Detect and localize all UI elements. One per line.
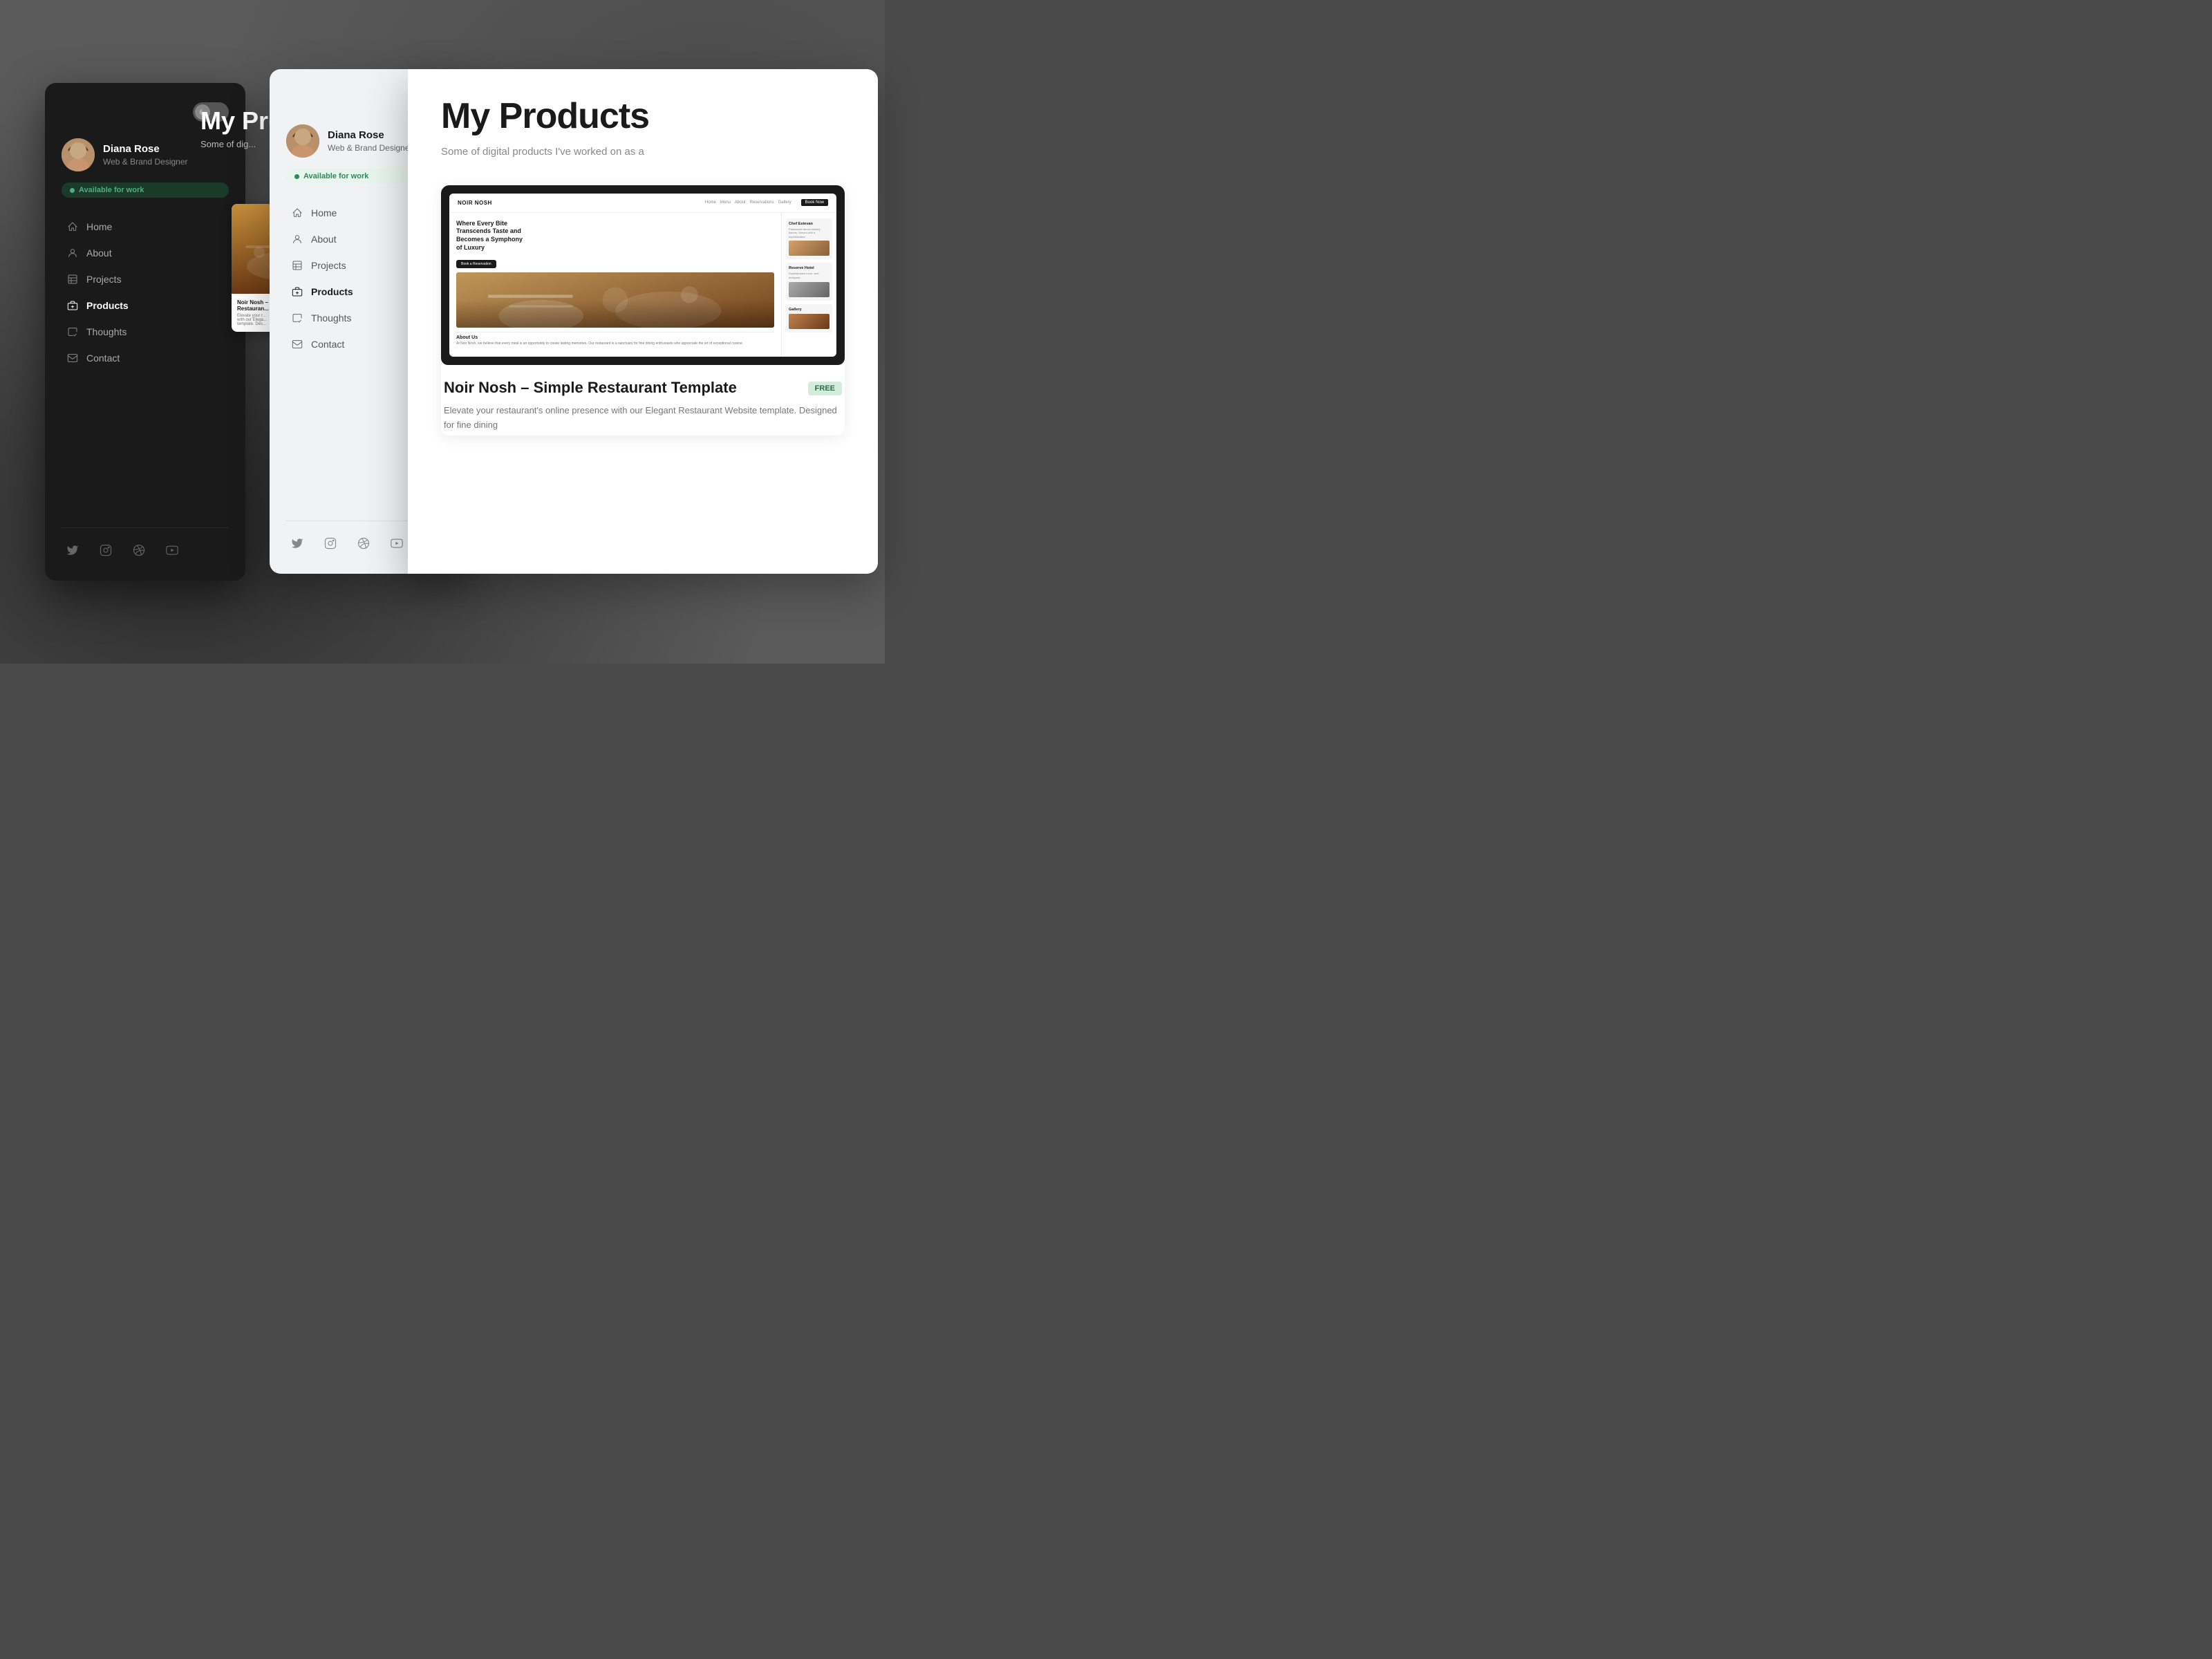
- twitter-icon-dark[interactable]: [62, 539, 84, 561]
- instagram-icon-dark[interactable]: [95, 539, 117, 561]
- thoughts-icon-dark: [67, 326, 78, 337]
- mock-hero-image: [456, 272, 774, 328]
- dark-avatar-image: [62, 138, 95, 171]
- product-image-container: NOIR NOSH HomeMenuAboutReservationsGalle…: [441, 185, 845, 365]
- product-title-row: Noir Nosh – Simple Restaurant Template F…: [444, 379, 842, 397]
- mock-website-header: NOIR NOSH HomeMenuAboutReservationsGalle…: [449, 194, 836, 213]
- contact-icon-dark: [67, 353, 78, 364]
- light-available-label: Available for work: [303, 172, 368, 180]
- mock-gallery-img: [789, 314, 830, 329]
- dark-available-dot: [70, 188, 75, 193]
- mock-about-title: About Us: [456, 335, 774, 340]
- mock-main-content: Where Every BiteTranscends Taste andBeco…: [449, 213, 781, 357]
- main-page-title: My Products: [441, 97, 845, 136]
- mock-sidebar-hotel: Reserve Hotel Sophisticated room, well d…: [786, 263, 832, 300]
- main-content-panel: My Products Some of digital products I'v…: [408, 69, 878, 574]
- dark-nav-contact[interactable]: Contact: [62, 346, 229, 371]
- dark-profile-role: Web & Brand Designer: [103, 157, 229, 167]
- light-nav-about-label: About: [311, 234, 337, 245]
- light-nav-projects-label: Projects: [311, 260, 346, 271]
- light-nav-products-label: Products: [311, 286, 353, 297]
- product-info-section: Noir Nosh – Simple Restaurant Template F…: [441, 365, 845, 435]
- youtube-icon-light[interactable]: [386, 532, 408, 554]
- dark-available-label: Available for work: [79, 186, 144, 194]
- mock-sidebar: Chef Estevan Passionate about culinary f…: [781, 213, 836, 357]
- light-nav-contact-label: Contact: [311, 339, 344, 350]
- light-avatar: [286, 124, 319, 158]
- dark-available-badge: Available for work: [62, 182, 229, 198]
- light-nav-thoughts-label: Thoughts: [311, 312, 351, 324]
- product-mockup: NOIR NOSH HomeMenuAboutReservationsGalle…: [449, 194, 836, 357]
- main-page-subtitle: Some of digital products I've worked on …: [441, 144, 845, 160]
- dark-nav-projects-label: Projects: [86, 274, 122, 285]
- thoughts-icon-light: [292, 312, 303, 324]
- mock-website-content: Where Every BiteTranscends Taste andBeco…: [449, 213, 836, 357]
- dark-avatar: [62, 138, 95, 171]
- mock-sidebar-chef: Chef Estevan Passionate about culinary f…: [786, 218, 832, 260]
- dark-nav-contact-label: Contact: [86, 353, 120, 364]
- contact-icon-light: [292, 339, 303, 350]
- dark-nav-about-label: About: [86, 247, 112, 259]
- dark-nav-products-label: Products: [86, 300, 129, 311]
- dark-nav-home-label: Home: [86, 221, 112, 232]
- twitter-icon-light[interactable]: [286, 532, 308, 554]
- mock-about-section: About Us At Noir Nosh, we believe that e…: [456, 332, 774, 350]
- mock-nav: HomeMenuAboutReservationsGallery: [705, 200, 791, 205]
- dark-nav-products[interactable]: Products: [62, 293, 229, 318]
- about-icon-dark: [67, 247, 78, 259]
- mock-about-text: At Noir Nosh, we believe that every meal…: [456, 341, 774, 347]
- dark-nav-thoughts-label: Thoughts: [86, 326, 126, 337]
- dark-nav-thoughts[interactable]: Thoughts: [62, 319, 229, 344]
- projects-icon-light: [292, 260, 303, 271]
- light-nav-home-label: Home: [311, 207, 337, 218]
- mock-cta-btn: Book a Reservation: [456, 260, 496, 268]
- dark-nav-list: Home About Projects: [62, 214, 229, 516]
- home-icon-light: [292, 207, 303, 218]
- dark-nav-projects[interactable]: Projects: [62, 267, 229, 292]
- light-available-dot: [294, 174, 299, 179]
- dark-nav-about[interactable]: About: [62, 241, 229, 265]
- dribbble-icon-dark[interactable]: [128, 539, 150, 561]
- products-icon-light: [292, 286, 303, 297]
- instagram-icon-light[interactable]: [319, 532, 341, 554]
- mock-chef-img: [789, 241, 830, 256]
- product-name: Noir Nosh – Simple Restaurant Template: [444, 379, 737, 397]
- about-icon-light: [292, 234, 303, 245]
- mock-sidebar-gallery: Gallery: [786, 304, 832, 332]
- free-badge: FREE: [808, 382, 842, 395]
- dark-nav-home[interactable]: Home: [62, 214, 229, 239]
- product-card-noir-nosh: NOIR NOSH HomeMenuAboutReservationsGalle…: [441, 185, 845, 435]
- mock-logo: NOIR NOSH: [458, 200, 492, 206]
- home-icon-dark: [67, 221, 78, 232]
- projects-icon-dark: [67, 274, 78, 285]
- youtube-icon-dark[interactable]: [161, 539, 183, 561]
- mock-hotel-img: [789, 282, 830, 297]
- dark-social-row: [62, 527, 229, 561]
- products-icon-dark: [67, 300, 78, 311]
- light-avatar-image: [286, 124, 319, 158]
- mock-headline: Where Every BiteTranscends Taste andBeco…: [456, 220, 774, 252]
- dark-sidebar-panel: Diana Rose Web & Brand Designer Availabl…: [45, 83, 245, 581]
- product-description: Elevate your restaurant's online presenc…: [444, 404, 842, 433]
- dribbble-icon-light[interactable]: [353, 532, 375, 554]
